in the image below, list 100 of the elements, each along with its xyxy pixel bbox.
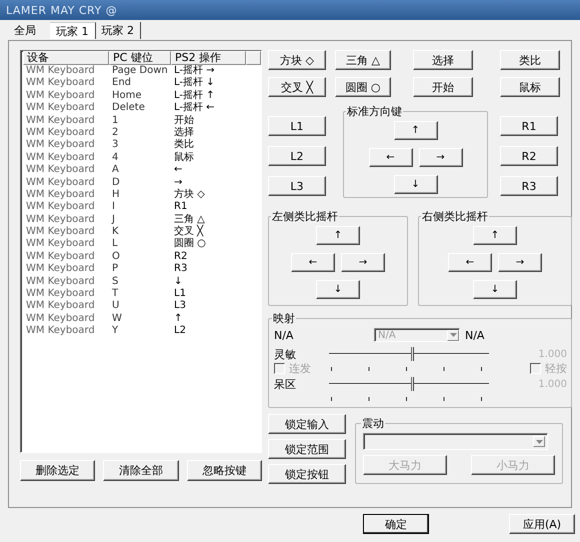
lock-button[interactable]: 锁定按钮 [268,464,346,484]
group-title: 标准方向键 [346,104,403,119]
face-button[interactable]: 鼠标 [500,77,560,97]
table-cell-text: WM Keyboard [26,325,96,338]
combo-box[interactable] [363,433,548,450]
down-button[interactable]: ↓ [316,280,360,299]
table-cell: L2 [174,325,186,338]
table-cell-text: WM Keyboard [26,139,96,152]
table-cell: ← [174,164,182,177]
table-cell-text: A [112,164,120,177]
lock-button[interactable]: 锁定输入 [268,414,346,434]
face-button[interactable]: 圆圈 ○ [335,77,391,97]
shoulder-button[interactable]: L3 [268,176,326,196]
slider-label: 灵敏 [274,346,297,362]
table-cell-text: 开始 [174,114,194,126]
table-cell-text: L-摇杆 ↑ [174,90,215,102]
table-cell-text: Home [112,90,143,102]
table-cell-text: I [112,201,116,214]
dialog-button[interactable]: 确定 [363,514,429,534]
shoulder-button[interactable]: L1 [268,116,326,136]
group-title: 左侧类比摇杆 [271,209,339,224]
right-button[interactable]: → [341,253,385,272]
slider[interactable] [329,376,489,392]
table-cell-text: WM Keyboard [26,176,96,189]
group-title: 震动 [361,416,385,431]
face-button[interactable]: 方块 ◇ [268,50,326,70]
table-cell: L-摇杆 ← [174,102,215,115]
slider-label: 呆区 [274,376,297,392]
face-button[interactable]: 交叉 ╳ [268,77,326,97]
table-cell-text: WM Keyboard [26,214,96,226]
table-cell-text: 2 [112,126,120,140]
table-cell-text: WM Keyboard [26,250,96,263]
column-header[interactable]: 设备 [23,51,109,65]
tab[interactable]: 全局 [8,22,42,39]
list-button[interactable]: 忽略按键 [186,460,262,481]
table-cell: ↓ [174,276,182,288]
up-button[interactable]: ↑ [473,226,517,245]
table-cell-text: W [112,312,123,326]
table-cell-text: J [112,214,116,226]
table-cell-text: WM Keyboard [26,65,96,77]
shoulder-button[interactable]: L2 [268,146,326,166]
table-cell: L3 [174,300,186,313]
right-button[interactable]: → [498,253,542,272]
table-cell-text: WM Keyboard [26,201,96,214]
table-cell-text: WM Keyboard [26,90,96,102]
table-cell: ↑ [174,312,182,326]
slider-reading: 1.000 [538,378,567,390]
table-cell-text: T [112,288,120,300]
list-button[interactable]: 删除选定 [20,460,96,481]
table-cell-text: 类比 [174,139,194,152]
dialog-button[interactable]: 应用(A) [509,514,575,534]
table-cell-text: WM Keyboard [26,102,96,115]
table-cell: 圆圈 ○ [174,238,206,251]
table-cell-text: WM Keyboard [26,276,96,288]
table-cell: R3 [174,263,188,276]
shoulder-button[interactable]: R1 [500,116,558,136]
face-button[interactable]: 三角 △ [335,50,391,70]
table-cell: L1 [174,288,186,300]
table-cell-text: 交叉 ╳ [174,226,204,238]
face-button[interactable]: 选择 [413,50,473,70]
table-cell-text: WM Keyboard [26,188,96,201]
shoulder-button[interactable]: R2 [500,146,558,166]
table-cell-text: WM Keyboard [26,152,96,164]
table-cell-text: WM Keyboard [26,226,96,238]
table-cell-text: S [112,276,120,288]
column-header[interactable]: PC 键位 [109,51,171,65]
down-button[interactable]: ↓ [394,175,438,194]
table-cell-text: L-摇杆 ↓ [174,77,215,90]
window-title: LAMER MAY CRY @ [6,4,118,16]
table-cell-text: 4 [112,152,120,164]
up-button[interactable]: ↑ [394,121,438,140]
face-button[interactable]: 开始 [413,77,473,97]
right-button[interactable]: → [418,148,462,167]
left-button[interactable]: ← [448,253,492,272]
group-title: 右侧类比摇杆 [421,209,489,224]
table-cell-text: WM Keyboard [26,288,96,300]
left-button[interactable]: ← [291,253,335,272]
table-cell-text: WM Keyboard [26,114,96,127]
left-button[interactable]: ← [368,148,412,167]
down-button[interactable]: ↓ [473,280,517,299]
table-cell-text: WM Keyboard [26,77,96,90]
table-cell-text: WM Keyboard [26,126,96,139]
tab[interactable]: 玩家 1 [50,22,96,39]
shoulder-button[interactable]: R3 [500,176,558,196]
face-button[interactable]: 类比 [500,50,560,70]
up-button[interactable]: ↑ [316,226,360,245]
table-cell-text: WM Keyboard [26,312,96,325]
table-cell: R2 [174,250,188,264]
tab[interactable]: 玩家 2 [96,22,141,39]
slider[interactable] [329,346,489,362]
table-cell-text: Delete [112,102,146,115]
table-cell-text: 1 [112,114,120,127]
table-cell-text: 选择 [174,126,194,138]
table-cell-text: 三角 △ [174,214,205,225]
table-cell-text: WM Keyboard [26,300,96,313]
column-header[interactable]: PS2 操作 [171,51,246,65]
table-cell-text: WM Keyboard [26,263,96,276]
lock-button[interactable]: 锁定范围 [268,439,346,459]
list-button[interactable]: 清除全部 [103,460,179,481]
column-header[interactable] [246,51,261,65]
